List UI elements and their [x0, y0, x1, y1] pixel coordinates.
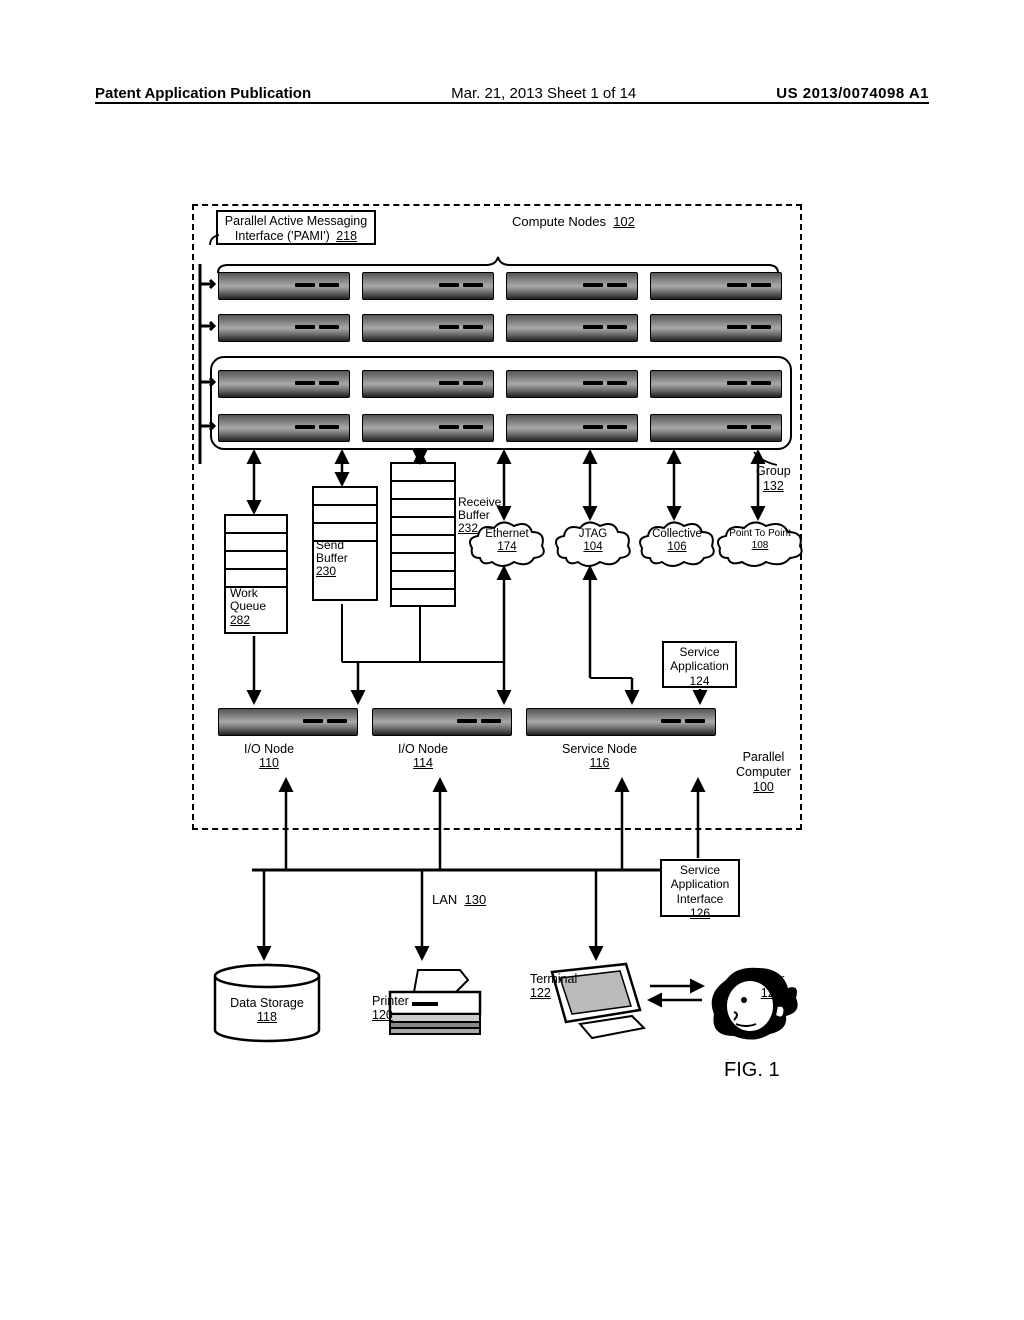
service-app-label: Service Application	[670, 645, 729, 673]
send-buffer-label-wrap: Send Buffer 230	[316, 539, 348, 579]
io-node-a-text: I/O Node	[244, 742, 294, 756]
service-app-ref: 124	[689, 674, 709, 688]
terminal-text: Terminal	[530, 972, 577, 986]
user-text: User	[758, 972, 784, 986]
ethernet-ref: 174	[497, 541, 516, 553]
io-node-a-label: I/O Node110	[244, 742, 294, 771]
io-node-a-ref: 110	[259, 756, 279, 770]
bottom-nodes-row	[218, 708, 716, 736]
parallel-comp-text: Parallel Computer	[736, 750, 791, 779]
terminal-user-arrows-icon	[642, 974, 712, 1014]
data-storage-text: Data Storage	[230, 996, 304, 1010]
figure-area: Parallel Active Messaging Interface ('PA…	[192, 204, 832, 1044]
data-storage-ref: 118	[257, 1010, 277, 1024]
work-queue-box: Work Queue 282	[224, 514, 288, 634]
p2p-label: Point To Point	[729, 528, 791, 539]
group-outline	[210, 356, 792, 450]
service-node-text: Service Node	[562, 742, 637, 756]
svc-app-if-label: Service Application Interface	[671, 863, 730, 906]
io-node-b-icon	[372, 708, 512, 736]
io-node-b-text: I/O Node	[398, 742, 448, 756]
lan-label: LAN 130	[432, 892, 486, 907]
p2p-cloud: Point To Point108	[716, 520, 804, 568]
page: Patent Application Publication Mar. 21, …	[0, 0, 1024, 1320]
ethernet-label: Ethernet	[485, 528, 528, 540]
pami-label-box: Parallel Active Messaging Interface ('PA…	[216, 210, 376, 245]
printer-ref: 120	[372, 1008, 393, 1022]
service-node-ref: 116	[590, 756, 610, 770]
receive-buffer-box	[390, 462, 456, 607]
compute-row-1	[218, 272, 782, 300]
user-icon	[704, 964, 804, 1044]
collective-cloud: Collective106	[638, 520, 716, 568]
work-queue-ref: 282	[230, 613, 250, 627]
pami-ref: 218	[336, 229, 357, 243]
service-node-icon	[526, 708, 716, 736]
compute-nodes-text: Compute Nodes	[512, 214, 606, 229]
compute-node-icon	[650, 314, 782, 342]
compute-node-icon	[650, 272, 782, 300]
receive-buffer-label: Receive Buffer	[458, 496, 501, 522]
work-queue-label: Work Queue	[230, 586, 266, 614]
header-center: Mar. 21, 2013 Sheet 1 of 14	[451, 85, 636, 102]
compute-row-2	[218, 314, 782, 342]
compute-node-icon	[362, 272, 494, 300]
compute-node-icon	[506, 272, 638, 300]
data-storage-icon: Data Storage 118	[212, 964, 322, 1044]
printer-text: Printer	[372, 994, 409, 1008]
compute-node-icon	[218, 314, 350, 342]
io-node-a-icon	[218, 708, 358, 736]
compute-node-icon	[362, 314, 494, 342]
header-left: Patent Application Publication	[95, 85, 311, 102]
send-buffer-label: Send Buffer	[316, 539, 348, 565]
compute-nodes-label: Compute Nodes 102	[512, 214, 635, 229]
page-header: Patent Application Publication Mar. 21, …	[95, 85, 929, 104]
ethernet-cloud: Ethernet174	[468, 520, 546, 568]
io-node-b-label: I/O Node114	[398, 742, 448, 771]
compute-node-icon	[218, 272, 350, 300]
jtag-ref: 104	[583, 541, 602, 553]
send-buffer-ref: 230	[316, 564, 336, 578]
pami-leader-icon	[208, 234, 220, 246]
terminal-ref: 122	[530, 986, 551, 1000]
service-application-box: Service Application 124	[662, 641, 737, 688]
lan-ref: 130	[465, 892, 487, 907]
jtag-label: JTAG	[579, 528, 608, 540]
lan-text: LAN	[432, 892, 457, 907]
io-node-b-ref: 114	[413, 756, 433, 770]
jtag-cloud: JTAG104	[554, 520, 632, 568]
service-node-label: Service Node116	[562, 742, 637, 771]
figure-label: FIG. 1	[724, 1059, 780, 1082]
collective-label: Collective	[652, 528, 702, 540]
pami-line2: Interface ('PAMI')	[235, 229, 330, 243]
user-ref: 128	[761, 986, 782, 1000]
svc-app-if-ref: 126	[690, 906, 710, 920]
pami-line1: Parallel Active Messaging	[225, 214, 367, 228]
compute-node-icon	[506, 314, 638, 342]
p2p-ref: 108	[752, 540, 769, 551]
header-right: US 2013/0074098 A1	[776, 85, 929, 102]
compute-nodes-ref: 102	[613, 214, 635, 229]
collective-ref: 106	[667, 541, 686, 553]
service-app-interface-box: Service Application Interface 126	[660, 859, 740, 917]
